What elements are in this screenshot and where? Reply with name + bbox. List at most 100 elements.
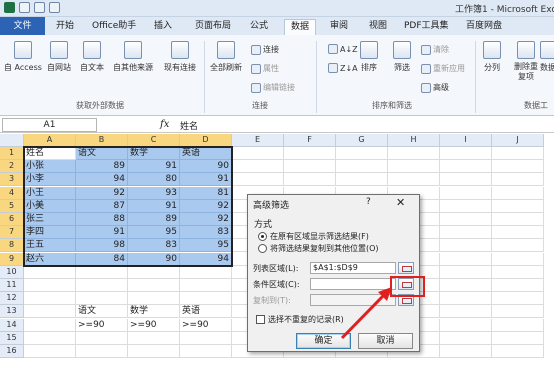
redo-icon[interactable] bbox=[49, 2, 60, 13]
column-header[interactable]: I bbox=[440, 134, 492, 147]
cell[interactable]: 英语 bbox=[180, 305, 232, 319]
cell[interactable]: 88 bbox=[76, 213, 128, 226]
cell[interactable]: 95 bbox=[128, 226, 180, 240]
cell[interactable] bbox=[492, 252, 544, 266]
cell[interactable] bbox=[492, 147, 544, 160]
cell[interactable] bbox=[440, 265, 492, 279]
tab-home[interactable]: 开始 bbox=[50, 19, 80, 35]
properties-button[interactable]: 属性 bbox=[251, 63, 279, 74]
row-header[interactable]: 3 bbox=[0, 173, 24, 187]
cell[interactable] bbox=[440, 318, 492, 332]
cell[interactable] bbox=[440, 252, 492, 266]
help-button[interactable]: ? bbox=[366, 197, 371, 207]
cell[interactable] bbox=[388, 160, 440, 174]
cell[interactable]: 90 bbox=[128, 252, 180, 266]
tab-review[interactable]: 审阅 bbox=[324, 19, 354, 35]
cell[interactable] bbox=[440, 239, 492, 253]
tab-pdf-tools[interactable]: PDF工具集 bbox=[398, 19, 455, 35]
sort-ascending-button[interactable]: A↓Z bbox=[328, 44, 358, 54]
cell[interactable] bbox=[440, 186, 492, 200]
tab-data[interactable]: 数据 bbox=[284, 19, 317, 35]
cell[interactable] bbox=[440, 199, 492, 213]
cell[interactable]: 英语 bbox=[180, 147, 232, 160]
cell[interactable]: 89 bbox=[128, 213, 180, 226]
cell[interactable] bbox=[492, 292, 544, 306]
cell[interactable]: >=90 bbox=[180, 318, 232, 332]
cell[interactable]: 张三 bbox=[24, 213, 76, 226]
undo-icon[interactable] bbox=[34, 2, 45, 13]
cell[interactable] bbox=[492, 199, 544, 213]
cell[interactable]: 87 bbox=[76, 199, 128, 213]
cell[interactable] bbox=[492, 279, 544, 292]
tab-office-helper[interactable]: Office助手 bbox=[86, 19, 142, 35]
cell[interactable]: 91 bbox=[128, 199, 180, 213]
column-header[interactable]: D bbox=[180, 134, 232, 147]
from-access-button[interactable]: 自 Access bbox=[4, 41, 42, 73]
cell[interactable] bbox=[440, 331, 492, 345]
list-range-input[interactable]: $A$1:$D$9 bbox=[310, 262, 396, 274]
remove-duplicates-button[interactable]: 删除重复项 bbox=[514, 41, 538, 82]
cell[interactable] bbox=[336, 147, 388, 160]
cell[interactable] bbox=[232, 147, 284, 160]
cell[interactable] bbox=[492, 305, 544, 319]
cell[interactable]: 小张 bbox=[24, 160, 76, 174]
connections-button[interactable]: 连接 bbox=[251, 44, 279, 55]
cell[interactable] bbox=[440, 173, 492, 187]
clear-filter-button[interactable]: 清除 bbox=[421, 44, 449, 55]
cell[interactable] bbox=[492, 265, 544, 279]
cell[interactable]: 赵六 bbox=[24, 252, 76, 266]
cell[interactable] bbox=[232, 160, 284, 174]
cell[interactable]: 89 bbox=[76, 160, 128, 174]
cell[interactable] bbox=[440, 226, 492, 240]
cell[interactable] bbox=[492, 345, 544, 358]
criteria-range-input[interactable] bbox=[310, 278, 396, 290]
tab-baidu-netdisk[interactable]: 百度网盘 bbox=[460, 19, 508, 35]
cell[interactable]: 92 bbox=[180, 199, 232, 213]
row-header[interactable]: 13 bbox=[0, 305, 24, 319]
cell[interactable] bbox=[440, 279, 492, 292]
row-header[interactable]: 4 bbox=[0, 186, 24, 200]
cell[interactable] bbox=[336, 160, 388, 174]
cancel-button[interactable]: 取消 bbox=[358, 333, 413, 349]
cell[interactable] bbox=[24, 345, 76, 358]
column-header[interactable]: J bbox=[492, 134, 544, 147]
cell[interactable] bbox=[440, 147, 492, 160]
cell[interactable] bbox=[24, 305, 76, 319]
insert-function-button[interactable]: fx bbox=[160, 119, 169, 130]
cell[interactable] bbox=[76, 265, 128, 279]
filter-button[interactable]: 筛选 bbox=[393, 41, 411, 73]
cell[interactable] bbox=[24, 292, 76, 306]
cell[interactable]: 94 bbox=[76, 173, 128, 187]
close-button[interactable]: ✕ bbox=[396, 196, 405, 209]
save-icon[interactable] bbox=[19, 2, 30, 13]
cell[interactable] bbox=[440, 292, 492, 306]
cell[interactable]: 小李 bbox=[24, 173, 76, 187]
cell[interactable] bbox=[128, 292, 180, 306]
from-other-sources-button[interactable]: 自其他来源 bbox=[113, 41, 153, 73]
sort-button[interactable]: 排序 bbox=[360, 41, 378, 73]
cell[interactable]: >=90 bbox=[128, 318, 180, 332]
cell[interactable] bbox=[76, 345, 128, 358]
cell[interactable]: 83 bbox=[180, 226, 232, 240]
column-header[interactable]: C bbox=[128, 134, 180, 147]
row-header[interactable]: 14 bbox=[0, 318, 24, 332]
cell[interactable]: 91 bbox=[128, 160, 180, 174]
cell[interactable] bbox=[492, 160, 544, 174]
name-box[interactable]: A1 bbox=[2, 118, 97, 132]
cell[interactable]: 姓名 bbox=[24, 147, 76, 160]
cell[interactable]: 98 bbox=[76, 239, 128, 253]
edit-links-button[interactable]: 编辑链接 bbox=[251, 82, 295, 93]
cell[interactable] bbox=[76, 331, 128, 345]
cell[interactable]: 数学 bbox=[128, 305, 180, 319]
row-header[interactable]: 5 bbox=[0, 199, 24, 213]
cell[interactable]: 小王 bbox=[24, 186, 76, 200]
cell[interactable] bbox=[388, 173, 440, 187]
row-header[interactable]: 16 bbox=[0, 345, 24, 358]
cell[interactable]: 91 bbox=[180, 173, 232, 187]
row-header[interactable]: 9 bbox=[0, 252, 24, 266]
cell[interactable] bbox=[180, 331, 232, 345]
column-header[interactable]: H bbox=[388, 134, 440, 147]
cell[interactable] bbox=[76, 292, 128, 306]
cell[interactable]: 92 bbox=[180, 213, 232, 226]
cell[interactable] bbox=[128, 265, 180, 279]
